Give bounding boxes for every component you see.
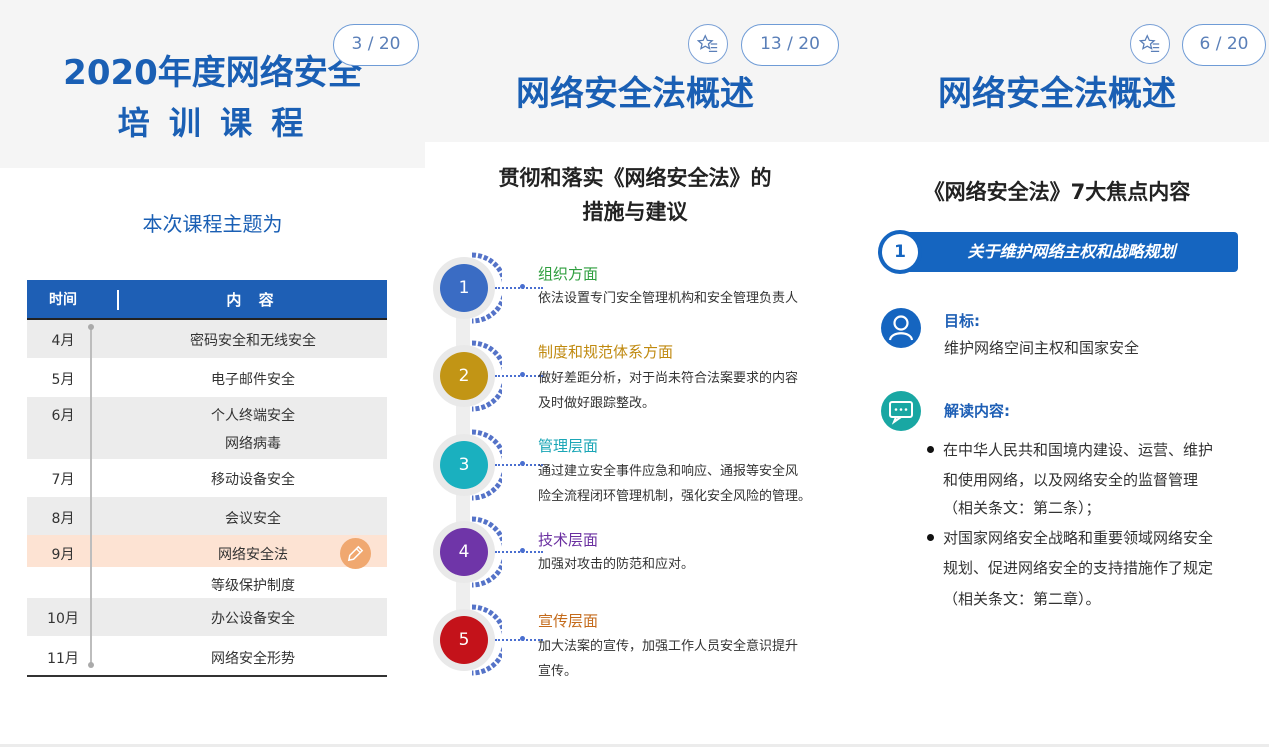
page-indicator[interactable]: 13 / 20: [741, 24, 839, 66]
row-month: 7月: [51, 472, 75, 488]
bullet-line: （相关条文：第二章）。: [943, 590, 1101, 608]
slide-panel-2[interactable]: 13 / 20 网络安全法概述 贯彻和落实《网络安全法》的 措施与建议 1 组织…: [425, 0, 845, 747]
step-node-4[interactable]: 4: [433, 516, 502, 588]
row-month: 4月: [51, 333, 75, 349]
table-subtitle: 本次课程主题为: [142, 212, 283, 236]
page-indicator[interactable]: 3 / 20: [333, 24, 419, 66]
step-text-5: 加大法案的宣传，加强工作人员安全意识提升: [538, 639, 799, 654]
interpretation-label: 解读内容:: [944, 402, 1010, 420]
step-number: 5: [440, 616, 488, 664]
slide-title-line2: 培 训 课 程: [117, 104, 308, 142]
step-title-3: 管理层面: [538, 437, 599, 455]
favorite-star-icon[interactable]: [688, 24, 728, 64]
slide-title: 网络安全法概述: [516, 74, 754, 114]
step-node-2[interactable]: 2: [433, 340, 502, 412]
bullet-line: （相关条文：第二条）；: [943, 499, 1101, 517]
row-month: 6月: [51, 408, 75, 424]
step-text-2b: 及时做好跟踪整改。: [538, 396, 656, 411]
step-node-5[interactable]: 5: [433, 604, 502, 676]
banner-number-badge: 1: [878, 230, 922, 274]
focus-banner: 关于维护网络主权和战略规划: [905, 232, 1238, 272]
header-time: 时间: [49, 292, 77, 308]
step-node-3[interactable]: 3: [433, 429, 502, 501]
pencil-icon[interactable]: [340, 538, 371, 569]
step-text-2: 做好差距分析，对于尚未符合法案要求的内容: [538, 371, 799, 386]
person-icon: [881, 308, 921, 348]
step-number: 1: [440, 264, 488, 312]
row-content: 网络安全形势: [211, 651, 295, 667]
step-title-1: 组织方面: [538, 265, 599, 283]
connector-line: [495, 287, 543, 289]
step-title-4: 技术层面: [538, 531, 599, 549]
focus-heading: 《网络安全法》7大焦点内容: [923, 180, 1191, 204]
row-month: 11月: [47, 651, 79, 667]
step-text-3: 通过建立安全事件应急和响应、通报等安全风: [538, 464, 799, 479]
table-bottom-rule: [27, 675, 387, 677]
step-number: 3: [440, 441, 488, 489]
banner-number: 1: [882, 234, 918, 270]
measures-heading-line1: 贯彻和落实《网络安全法》的: [498, 166, 772, 190]
banner-text: 关于维护网络主权和战略规划: [967, 242, 1176, 261]
row-content-2: 等级保护制度: [211, 578, 295, 594]
step-text-4: 加强对攻击的防范和应对。: [538, 557, 695, 572]
bullet-line: 对国家网络安全战略和重要领域网络安全: [943, 529, 1214, 547]
connector-dot: [520, 636, 525, 641]
step-number: 2: [440, 352, 488, 400]
step-text-1: 依法设置专门安全管理机构和安全管理负责人: [538, 291, 799, 306]
row-month: 5月: [51, 372, 75, 388]
connector-line: [495, 375, 543, 377]
row-content: 个人终端安全: [211, 408, 295, 424]
connector-line: [495, 639, 543, 641]
bullet-dot: [927, 534, 934, 541]
step-text-3b: 险全流程闭环管理机制，强化安全风险的管理。: [538, 489, 812, 504]
slide-panel-3[interactable]: 6 / 20 网络安全法概述 《网络安全法》7大焦点内容 关于维护网络主权和战略…: [845, 0, 1269, 747]
step-node-1[interactable]: 1: [433, 252, 502, 324]
bullet-line: 规划、促进网络安全的支持措施作了规定: [943, 559, 1214, 577]
table-header: 时间 内 容: [27, 280, 387, 320]
connector-dot: [520, 548, 525, 553]
connector-dot: [520, 284, 525, 289]
row-content: 办公设备安全: [211, 611, 295, 627]
slide-panel-1[interactable]: 2020年度网络安全 培 训 课 程 3 / 20 本次课程主题为 时间 内 容…: [0, 0, 425, 747]
row-content: 密码安全和无线安全: [190, 333, 316, 349]
connector-line: [495, 464, 543, 466]
row-content-2: 网络病毒: [225, 436, 281, 452]
connector-line: [495, 551, 543, 553]
step-text-5b: 宣传。: [538, 664, 578, 679]
header-content: 内 容: [226, 291, 280, 309]
row-content: 移动设备安全: [211, 472, 295, 488]
goal-label: 目标:: [944, 312, 980, 330]
bullet-dot: [927, 446, 934, 453]
slide-title: 网络安全法概述: [938, 74, 1176, 114]
connector-dot: [520, 461, 525, 466]
step-title-5: 宣传层面: [538, 612, 599, 630]
row-month: 8月: [51, 511, 75, 527]
measures-heading-line2: 措施与建议: [582, 200, 688, 224]
row-month: 9月: [51, 547, 75, 563]
connector-dot: [520, 372, 525, 377]
favorite-star-icon[interactable]: [1130, 24, 1170, 64]
row-month: 10月: [47, 611, 79, 627]
chat-icon: [881, 391, 921, 431]
goal-text: 维护网络空间主权和国家安全: [944, 339, 1140, 357]
row-content: 会议安全: [225, 511, 281, 527]
page-indicator[interactable]: 6 / 20: [1182, 24, 1266, 66]
row-content: 电子邮件安全: [211, 372, 295, 388]
bullet-line: 和使用网络，以及网络安全的监督管理: [943, 471, 1199, 489]
step-number: 4: [440, 528, 488, 576]
bullet-line: 在中华人民共和国境内建设、运营、维护: [943, 441, 1214, 459]
step-title-2: 制度和规范体系方面: [538, 343, 674, 361]
